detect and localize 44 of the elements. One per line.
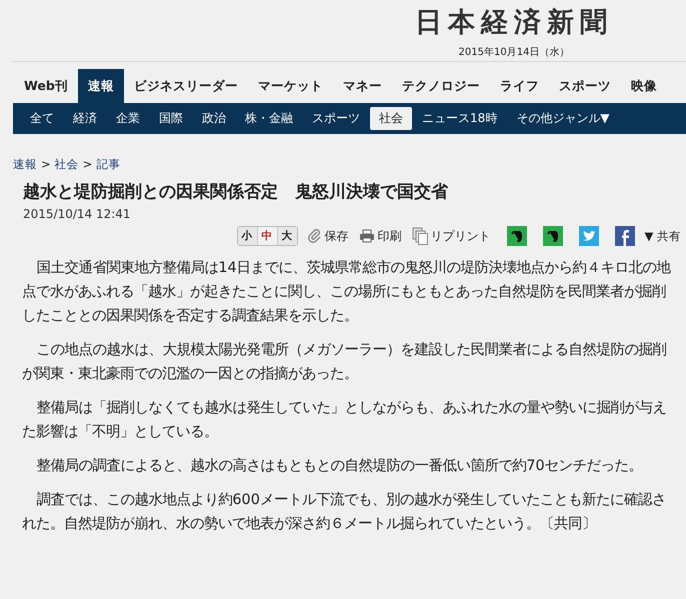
subnav-tab[interactable]: 経済: [64, 107, 106, 130]
subnav-tab[interactable]: 国際: [150, 107, 192, 130]
subnav-tab[interactable]: 企業: [107, 107, 149, 130]
nav-tab[interactable]: ライフ: [490, 69, 549, 103]
facebook-icon[interactable]: [614, 226, 634, 246]
breadcrumb-link[interactable]: 速報: [13, 157, 37, 172]
subnav-tab[interactable]: スポーツ: [303, 107, 369, 130]
breadcrumb-link[interactable]: 記事: [96, 157, 120, 172]
breadcrumb-separator: >: [82, 157, 92, 172]
subnav-tab[interactable]: ニュース18時: [413, 107, 506, 130]
subnav-tab[interactable]: その他ジャンル▼: [507, 107, 619, 130]
nav-tab[interactable]: ビジネスリーダー: [124, 69, 248, 103]
nav-tab[interactable]: 映像: [620, 69, 667, 103]
article-title: 越水と堤防掘削との因果関係否定 鬼怒川決壊で国交省: [23, 181, 450, 203]
article-paragraph: この地点の越水は、大規模太陽光発電所（メガソーラー）を建設した民間業者による自然堤防の掘削が関東・東北豪雨での氾濫の一因との指摘があった。: [22, 341, 668, 384]
tool-link[interactable]: 保存: [308, 228, 348, 244]
article-paragraph: 整備局の調査によると、越水の高さはもともとの自然堤防の一番低い箇所で約70センチだった。: [35, 456, 644, 476]
tool-link[interactable]: 印刷: [358, 228, 402, 244]
printer-icon: [358, 229, 374, 243]
font-size-button[interactable]: 中: [258, 227, 278, 245]
breadcrumb-separator: >: [41, 157, 51, 172]
documents-icon: [412, 227, 428, 245]
font-size-button[interactable]: 小: [238, 227, 258, 245]
article-paragraph: 整備局は「掘削しなくても越水は発生していた」としながらも、あふれた水の量や勢いに掘削が与えた影響は「不明」としている。: [22, 399, 668, 442]
article-paragraph: 国土交通省関東地方整備局は14日までに、茨城県常総市の鬼怒川の堤防決壊地点から約４キロ北の地点で水があふれる「越水」が起きたことに関し、この場所にもともとあった自然堤防を民間業者が掘削したこととの因果関係を否定する調査結果を示した。: [22, 258, 672, 326]
nav-tab[interactable]: スポーツ: [548, 69, 621, 103]
article-timestamp: 2015/10/14 12:41: [23, 207, 132, 221]
subnav-tab[interactable]: 全て: [21, 107, 63, 130]
subnav-tab[interactable]: 政治: [193, 107, 235, 130]
nav-tab[interactable]: テクノロジー: [392, 69, 490, 103]
nav-tab[interactable]: マネー: [332, 69, 392, 103]
masthead-date: 2015年10月14日（水）: [458, 46, 570, 59]
breadcrumb-link[interactable]: 社会: [54, 157, 79, 172]
share-menu[interactable]: ▼ 共有: [644, 228, 681, 244]
nav-tab[interactable]: Web刊: [13, 69, 78, 103]
subnav-tab[interactable]: 社会: [370, 107, 412, 130]
tool-link[interactable]: リプリント: [412, 227, 490, 245]
subnav-tab[interactable]: 株・金融: [236, 107, 302, 130]
bird-icon[interactable]: [578, 226, 598, 246]
nav-tab[interactable]: 速報: [78, 69, 124, 103]
newspaper-logo[interactable]: 日本経済新聞: [415, 6, 613, 40]
article-paragraph: 調査では、この越水地点より約600メートル下流でも、別の越水が発生していたことも新たに確認された。自然堤防が崩れ、水の勢いで地表が深さ約６メートル掘られていたという。〔共同〕: [22, 490, 667, 534]
nav-tab[interactable]: マーケット: [248, 69, 333, 103]
paperclip-icon: [308, 229, 322, 243]
